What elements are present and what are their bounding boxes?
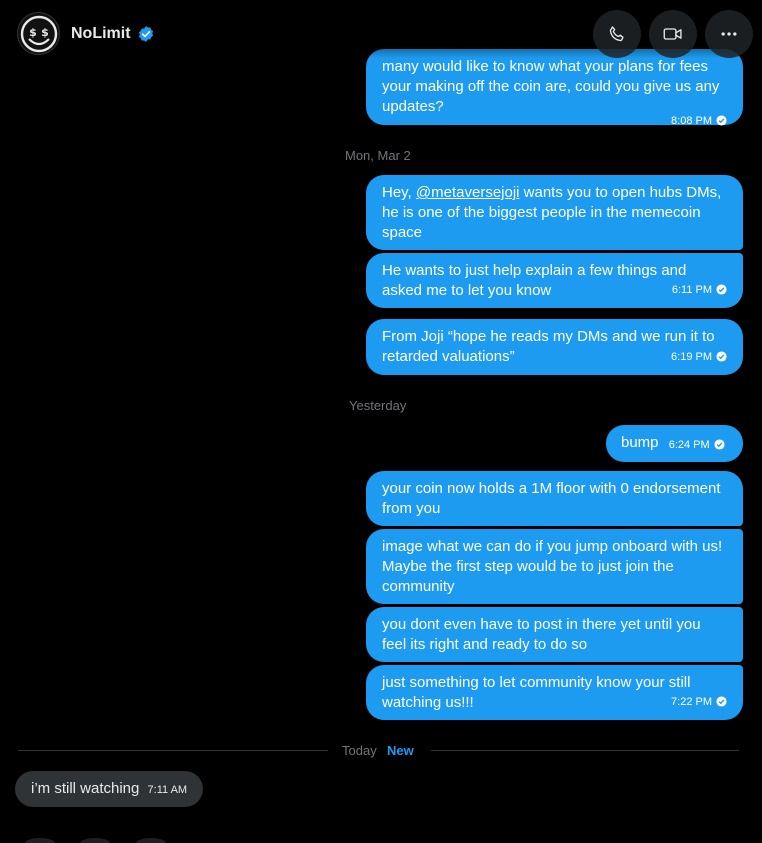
video-call-button[interactable] bbox=[649, 10, 697, 58]
phone-icon bbox=[609, 26, 624, 42]
message-meta: 7:22 PM bbox=[671, 692, 727, 712]
received-message[interactable]: i’m still watching 7:11 AM bbox=[15, 771, 204, 807]
video-icon bbox=[663, 28, 682, 40]
message-time: 6:11 PM bbox=[671, 284, 712, 296]
svg-text:$: $ bbox=[41, 26, 49, 39]
message-time: 6:19 PM bbox=[671, 351, 712, 363]
date-separator-today: Today bbox=[342, 743, 377, 758]
message-meta: 6:24 PM bbox=[669, 439, 725, 451]
message-time: 8:08 PM bbox=[671, 115, 712, 127]
mention-link[interactable]: @metaversejoji bbox=[416, 184, 520, 201]
date-separator: Yesterday bbox=[349, 398, 407, 413]
message-text: image what we can do if you jump onboard… bbox=[382, 538, 723, 595]
composer-button-stub bbox=[80, 838, 110, 843]
verified-badge-icon bbox=[138, 26, 154, 42]
dm-conversation: many would like to know what your plans … bbox=[0, 0, 762, 843]
sent-message[interactable]: From Joji “hope he reads my DMs and we r… bbox=[366, 319, 743, 375]
message-text: your coin now holds a 1M floor with 0 en… bbox=[382, 480, 721, 517]
divider bbox=[18, 750, 328, 751]
message-time: 6:24 PM bbox=[668, 439, 710, 451]
contact-name[interactable]: NoLimit bbox=[71, 25, 131, 43]
sent-message[interactable]: He wants to just help explain a few thin… bbox=[366, 253, 743, 308]
composer-button-stub bbox=[136, 838, 166, 843]
more-button[interactable] bbox=[705, 10, 753, 58]
sent-check-icon bbox=[716, 351, 727, 362]
message-text: you dont even have to post in there yet … bbox=[382, 616, 701, 653]
message-time: 7:11 AM bbox=[147, 784, 188, 796]
sent-message[interactable]: you dont even have to post in there yet … bbox=[366, 607, 743, 662]
sent-message[interactable]: image what we can do if you jump onboard… bbox=[366, 529, 743, 604]
composer-button-stub bbox=[25, 838, 55, 843]
message-text: Hey, @metaversejoji wants you to open hu… bbox=[382, 184, 722, 241]
svg-text:$: $ bbox=[29, 26, 37, 39]
avatar[interactable]: $ $ bbox=[17, 12, 60, 55]
sent-check-icon bbox=[714, 439, 725, 450]
message-meta: 6:11 PM bbox=[672, 280, 727, 300]
more-horizontal-icon bbox=[721, 32, 737, 36]
sent-message[interactable]: bump 6:24 PM bbox=[606, 425, 743, 462]
sent-message[interactable]: your coin now holds a 1M floor with 0 en… bbox=[366, 471, 743, 526]
date-separator: Mon, Mar 2 bbox=[345, 148, 411, 163]
sent-check-icon bbox=[716, 284, 727, 295]
divider bbox=[431, 750, 739, 751]
avatar-face-icon: $ $ bbox=[20, 15, 57, 52]
new-messages-label: New bbox=[387, 743, 414, 758]
message-text: i’m still watching bbox=[31, 780, 140, 797]
sent-check-icon bbox=[716, 115, 727, 126]
message-text: bump bbox=[621, 434, 659, 451]
message-text: many would like to know what your plans … bbox=[382, 58, 720, 115]
message-meta: 6:19 PM bbox=[671, 347, 727, 367]
call-button[interactable] bbox=[593, 10, 641, 58]
sent-message[interactable]: Hey, @metaversejoji wants you to open hu… bbox=[366, 175, 743, 250]
message-time: 7:22 PM bbox=[671, 696, 712, 708]
sent-message[interactable]: just something to let community know you… bbox=[366, 665, 743, 720]
sent-message[interactable]: many would like to know what your plans … bbox=[366, 49, 743, 127]
sent-check-icon bbox=[716, 696, 727, 707]
